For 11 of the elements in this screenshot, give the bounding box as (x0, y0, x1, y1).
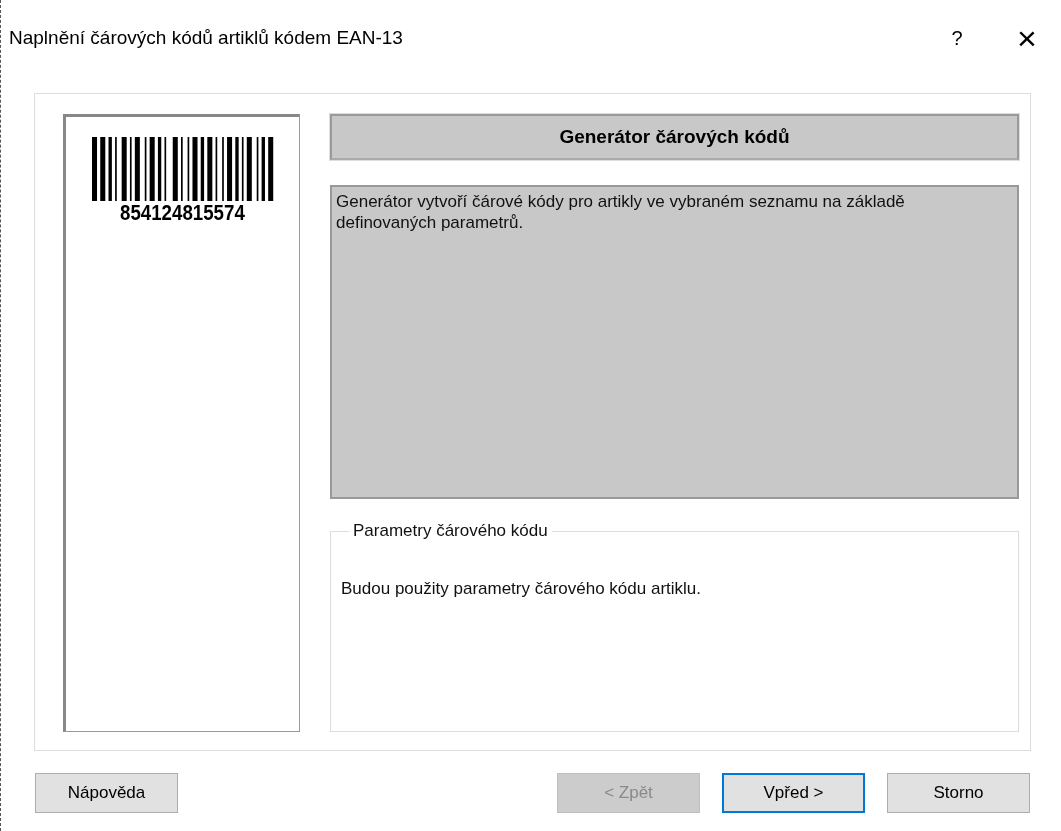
description-text: Generátor vytvoří čárové kódy pro artikly ve vybraném seznamu na základě definovaných parametrů. (336, 192, 905, 232)
dialog-button[interactable]: Vpřed > (722, 773, 865, 813)
window-title: Naplnění čárových kódů artiklů kódem EAN-13 (9, 27, 404, 49)
group-title: Parametry čárového kódu (352, 521, 549, 541)
group-text: Budou použity parametry čárového kódu artiklu. (341, 579, 703, 599)
barcode-number: 854124815574 (120, 201, 245, 225)
dialog-button[interactable]: Storno (887, 773, 1030, 813)
help-button[interactable]: ? (927, 18, 987, 58)
close-button[interactable]: × (997, 18, 1057, 58)
dialog-button[interactable]: Nápověda (35, 773, 178, 813)
page-header: Generátor čárových kódů (330, 114, 1019, 160)
